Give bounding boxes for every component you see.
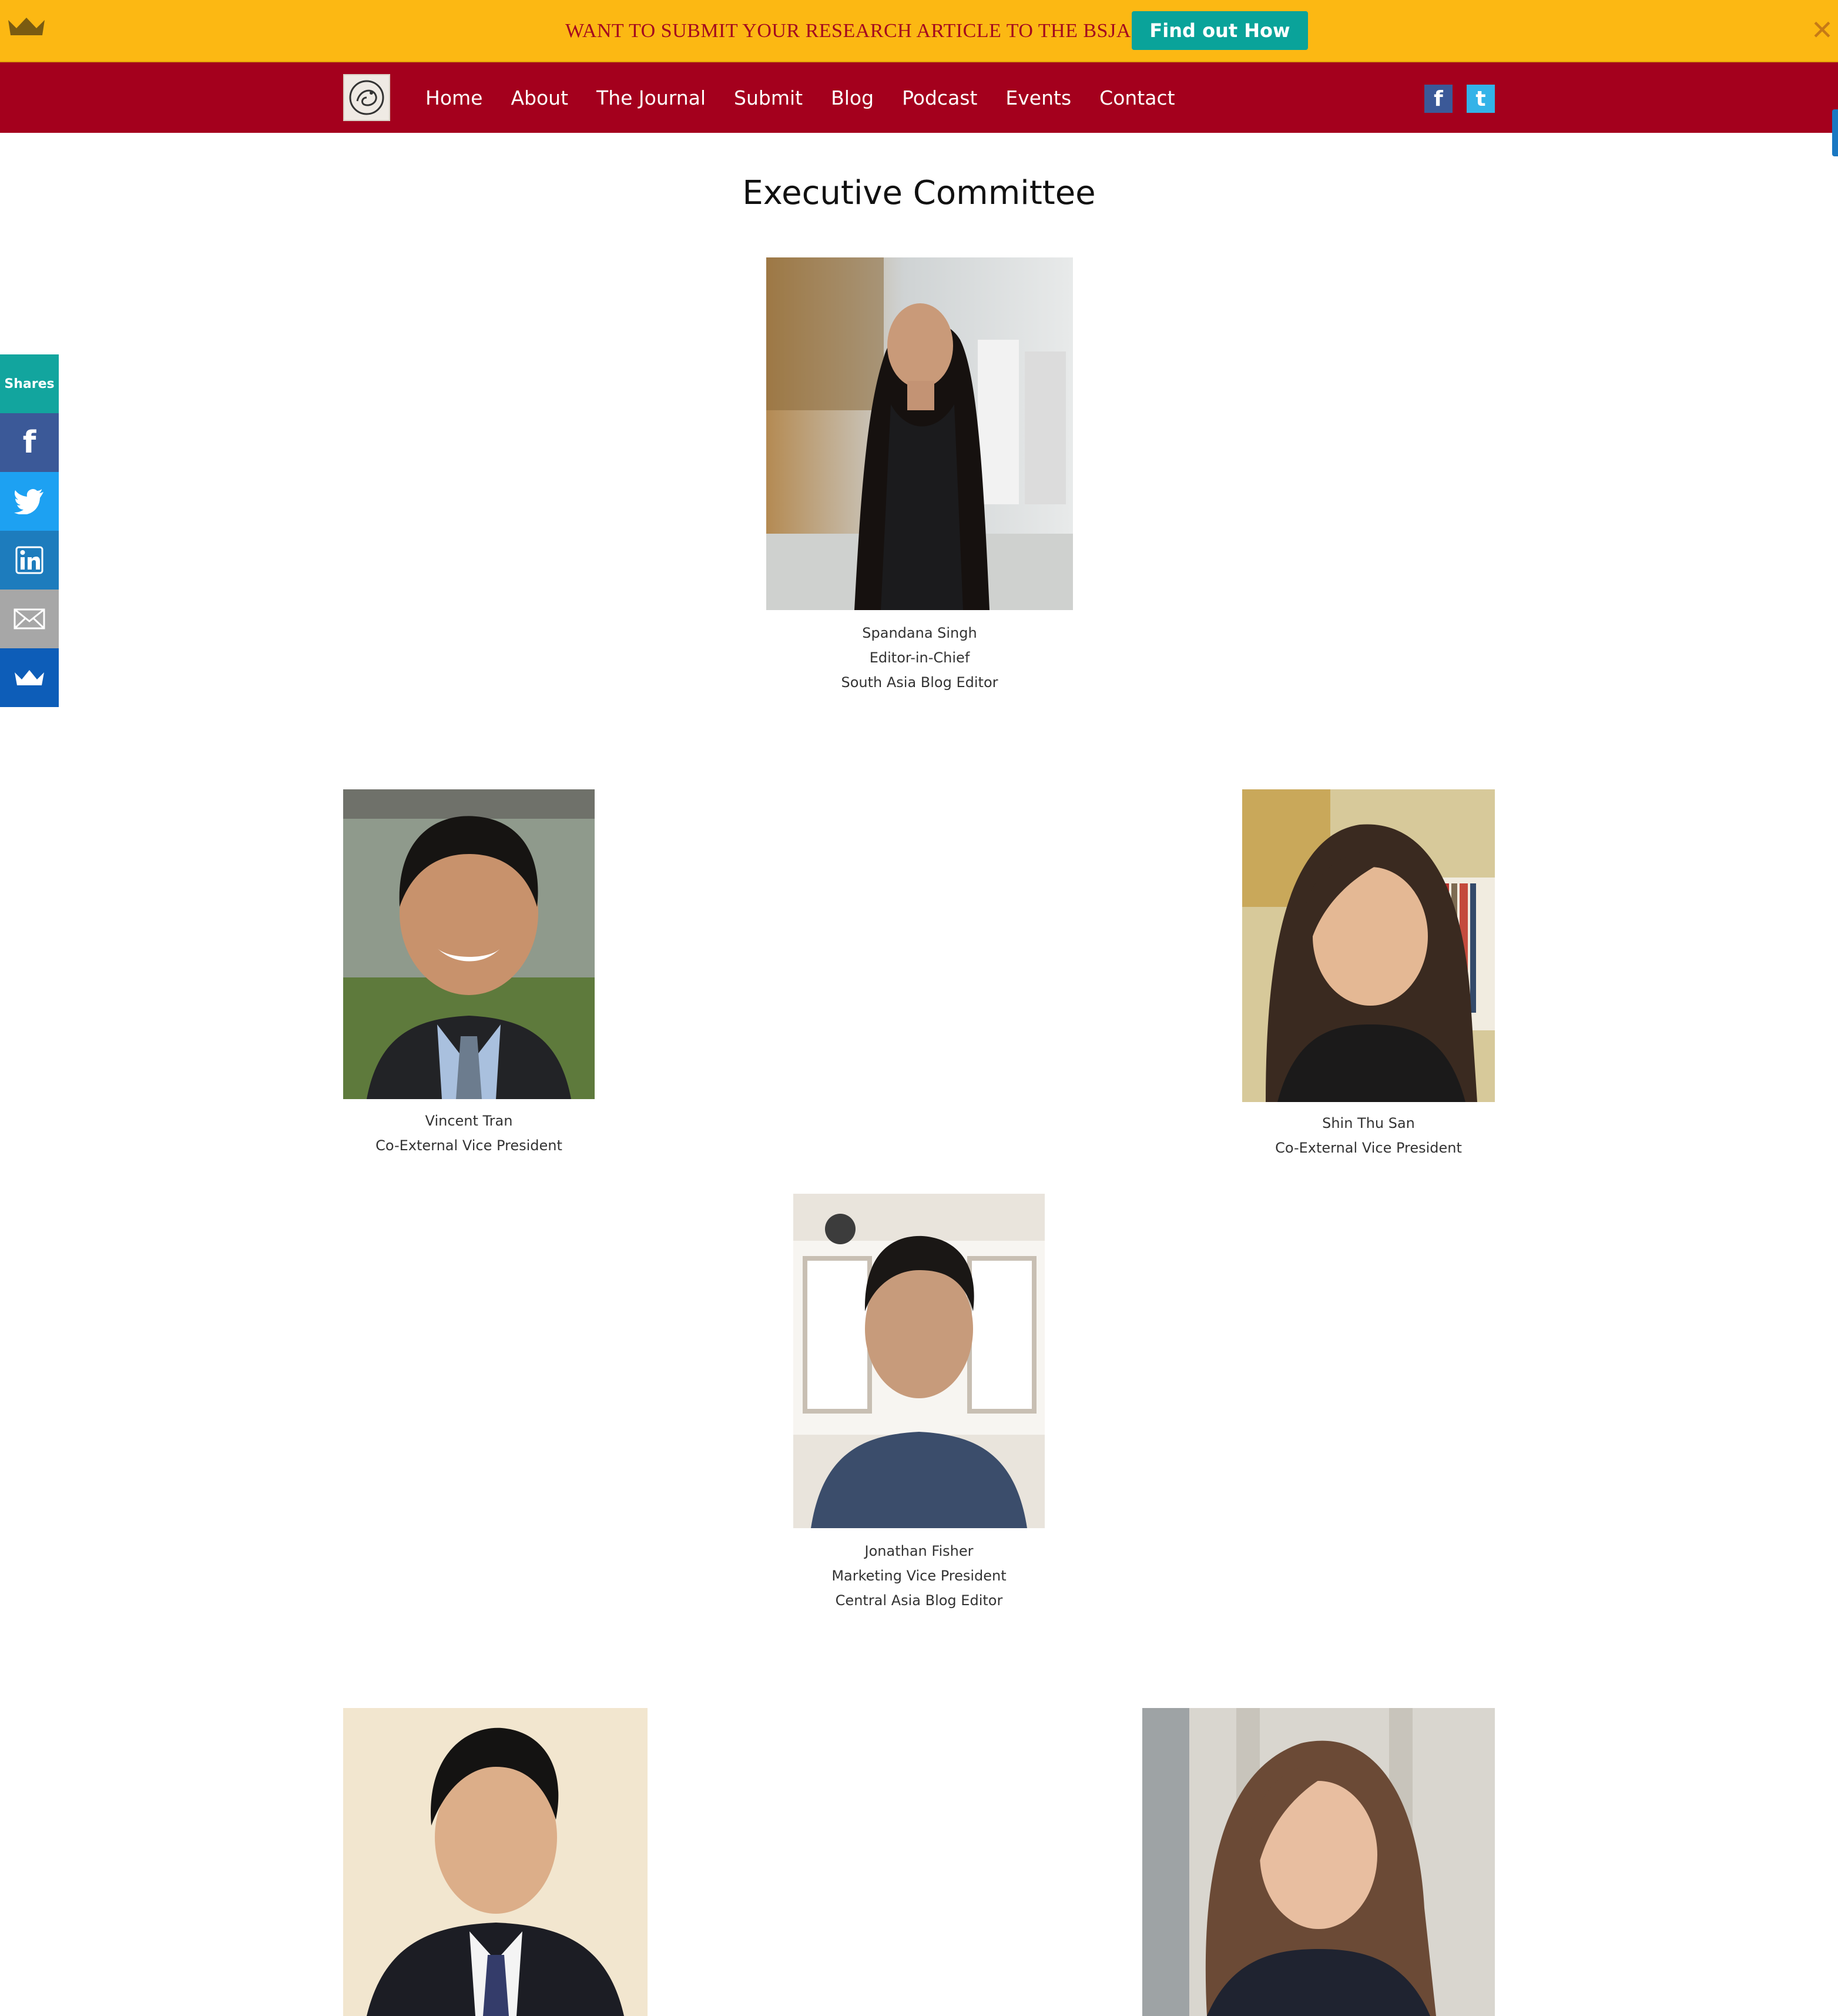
share-linkedin-button[interactable]	[0, 531, 59, 590]
twitter-icon	[14, 488, 43, 514]
portrait-image	[793, 1194, 1045, 1528]
promo-banner: WANT TO SUBMIT YOUR RESEARCH ARTICLE TO …	[0, 0, 1838, 62]
linkedin-icon	[15, 546, 43, 574]
member-name: Spandana Singh	[862, 625, 977, 641]
nav-item-home[interactable]: Home	[425, 86, 482, 109]
portrait-image	[1242, 789, 1495, 1102]
member-name: Jonathan Fisher	[864, 1543, 974, 1559]
page-title: Executive Committee	[742, 174, 1096, 212]
member-photo	[1242, 789, 1495, 1102]
member-photo	[343, 1708, 648, 2016]
promo-message: WANT TO SUBMIT YOUR RESEARCH ARTICLE TO …	[565, 20, 1152, 42]
nav-item-contact[interactable]: Contact	[1099, 86, 1175, 109]
portrait-image	[343, 789, 595, 1099]
member-role: Marketing Vice President	[831, 1568, 1007, 1584]
share-facebook-button[interactable]: f	[0, 413, 59, 472]
nav-item-events[interactable]: Events	[1005, 86, 1071, 109]
sumo-crown-icon	[15, 670, 44, 685]
portrait-image	[1142, 1708, 1495, 2016]
nav-item-about[interactable]: About	[511, 86, 568, 109]
nav-item-blog[interactable]: Blog	[831, 86, 874, 109]
close-icon[interactable]: ✕	[1807, 14, 1837, 46]
find-out-how-button[interactable]: Find out How	[1132, 11, 1308, 50]
share-twitter-button[interactable]	[0, 472, 59, 531]
twitter-icon[interactable]: t	[1467, 85, 1495, 113]
crown-icon	[8, 18, 45, 35]
side-edge-tab[interactable]	[1832, 109, 1838, 156]
member-caption: Spandana Singh Editor-in-Chief South Asi…	[766, 621, 1073, 695]
share-sidebar: Shares f	[0, 354, 59, 707]
member-role: Editor-in-Chief	[869, 649, 970, 666]
member-photo	[766, 257, 1073, 610]
nav-item-the-journal[interactable]: The Journal	[596, 86, 706, 109]
shares-count-label: Shares	[0, 354, 59, 413]
member-role: Co-External Vice President	[375, 1137, 562, 1154]
member-role: Central Asia Blog Editor	[835, 1592, 1003, 1609]
member-name: Shin Thu San	[1322, 1115, 1415, 1131]
member-photo	[793, 1194, 1045, 1528]
facebook-icon[interactable]: f	[1424, 85, 1453, 113]
member-photo	[1142, 1708, 1495, 2016]
member-caption: Shin Thu San Co-External Vice President	[1242, 1111, 1495, 1160]
nav-item-submit[interactable]: Submit	[734, 86, 803, 109]
member-photo	[343, 789, 595, 1099]
member-caption: Vincent Tran Co-External Vice President	[343, 1109, 595, 1158]
main-navigation: Home About The Journal Submit Blog Podca…	[0, 62, 1838, 133]
member-role: South Asia Blog Editor	[841, 674, 998, 691]
facebook-icon: f	[22, 425, 36, 460]
nav-menu: Home About The Journal Submit Blog Podca…	[425, 62, 1203, 133]
header-social-links: f t	[1424, 85, 1509, 113]
site-logo[interactable]	[343, 74, 390, 121]
nav-item-podcast[interactable]: Podcast	[902, 86, 977, 109]
portrait-image	[343, 1708, 648, 2016]
portrait-image	[766, 257, 1073, 610]
email-icon	[14, 608, 45, 629]
member-role: Co-External Vice President	[1275, 1140, 1462, 1156]
sumo-button[interactable]	[0, 648, 59, 707]
member-caption: Jonathan Fisher Marketing Vice President…	[793, 1539, 1045, 1613]
dragon-logo-icon	[349, 80, 384, 115]
share-email-button[interactable]	[0, 590, 59, 648]
member-name: Vincent Tran	[425, 1113, 513, 1129]
